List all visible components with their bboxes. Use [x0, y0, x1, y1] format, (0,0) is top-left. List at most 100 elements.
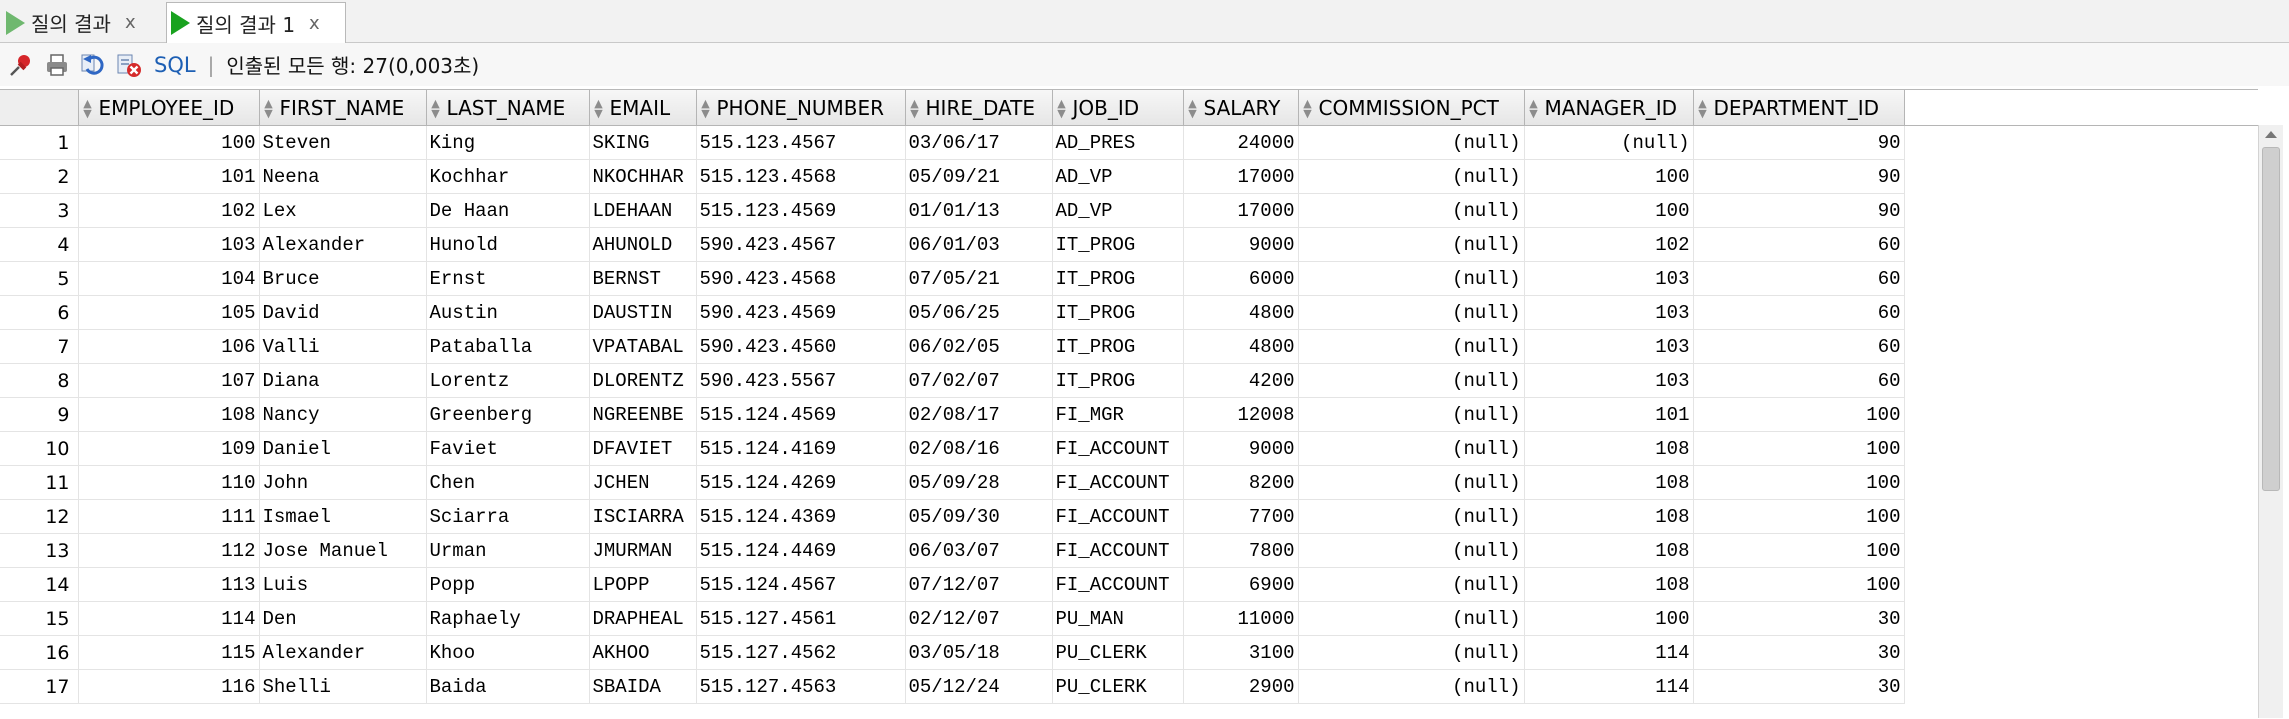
table-cell[interactable]: Hunold	[426, 227, 590, 262]
table-cell[interactable]: David	[259, 295, 427, 330]
table-cell[interactable]: 515.124.4469	[696, 533, 906, 568]
table-row[interactable]: 7 106 Valli Pataballa VPATABAL 590.423.4560 06…	[0, 329, 2258, 364]
column-header-salary[interactable]: ▲ ▼ SALARY	[1183, 90, 1299, 126]
table-cell[interactable]: 515.123.4567	[696, 125, 906, 160]
table-cell[interactable]: 6000	[1183, 261, 1299, 296]
table-cell[interactable]: VPATABAL	[589, 329, 697, 364]
table-cell[interactable]: 05/09/21	[905, 159, 1053, 194]
table-cell[interactable]: 07/02/07	[905, 363, 1053, 398]
table-row[interactable]: 13 112 Jose Manuel Urman JMURMAN 515.124.4469…	[0, 533, 2258, 568]
table-cell[interactable]: 4800	[1183, 295, 1299, 330]
table-cell[interactable]: 103	[78, 227, 260, 262]
table-cell[interactable]: PU_CLERK	[1052, 635, 1184, 670]
table-cell[interactable]: 01/01/13	[905, 193, 1053, 228]
column-header-job-id[interactable]: ▲ ▼ JOB_ID	[1052, 90, 1184, 126]
table-cell[interactable]: LDEHAAN	[589, 193, 697, 228]
table-cell[interactable]: Neena	[259, 159, 427, 194]
table-cell[interactable]: 60	[1693, 261, 1905, 296]
table-cell[interactable]: (null)	[1298, 499, 1525, 534]
table-cell[interactable]: 515.124.4369	[696, 499, 906, 534]
sort-arrows-icon[interactable]: ▲ ▼	[1055, 98, 1069, 119]
table-cell[interactable]: 108	[1524, 431, 1694, 466]
table-cell[interactable]: IT_PROG	[1052, 363, 1184, 398]
table-cell[interactable]: Austin	[426, 295, 590, 330]
table-cell[interactable]: Popp	[426, 567, 590, 602]
table-cell[interactable]: Urman	[426, 533, 590, 568]
table-cell[interactable]: 113	[78, 567, 260, 602]
table-cell[interactable]: SBAIDA	[589, 669, 697, 704]
table-cell[interactable]: 100	[1524, 193, 1694, 228]
sort-arrows-icon[interactable]: ▲ ▼	[1527, 98, 1541, 119]
sort-arrows-icon[interactable]: ▲ ▼	[699, 98, 713, 119]
table-cell[interactable]: FI_ACCOUNT	[1052, 431, 1184, 466]
table-cell[interactable]: (null)	[1298, 159, 1525, 194]
table-row[interactable]: 14 113 Luis Popp LPOPP 515.124.4567 07/12/07 FI…	[0, 567, 2258, 602]
table-row[interactable]: 16 115 Alexander Khoo AKHOO 515.127.4562 03/05…	[0, 635, 2258, 670]
table-cell[interactable]: 106	[78, 329, 260, 364]
table-cell[interactable]: JMURMAN	[589, 533, 697, 568]
table-row[interactable]: 6 105 David Austin DAUSTIN 590.423.4569 05/06/…	[0, 295, 2258, 330]
table-cell[interactable]: 02/08/17	[905, 397, 1053, 432]
sort-arrows-icon[interactable]: ▲ ▼	[592, 98, 606, 119]
table-row[interactable]: 12 111 Ismael Sciarra ISCIARRA 515.124.4369 05…	[0, 499, 2258, 534]
table-cell[interactable]: 100	[1693, 499, 1905, 534]
table-cell[interactable]: JCHEN	[589, 465, 697, 500]
clear-icon[interactable]	[114, 50, 144, 80]
table-row[interactable]: 11 110 John Chen JCHEN 515.124.4269 05/09/28 FI…	[0, 465, 2258, 500]
table-cell[interactable]: 100	[1524, 159, 1694, 194]
pin-icon[interactable]	[6, 50, 36, 80]
table-cell[interactable]: 30	[1693, 601, 1905, 636]
table-cell[interactable]: AD_PRES	[1052, 125, 1184, 160]
table-cell[interactable]: LPOPP	[589, 567, 697, 602]
table-cell[interactable]: (null)	[1298, 295, 1525, 330]
table-cell[interactable]: 590.423.4560	[696, 329, 906, 364]
table-cell[interactable]: Diana	[259, 363, 427, 398]
table-row[interactable]: 15 114 Den Raphaely DRAPHEAL 515.127.4561 02/1…	[0, 601, 2258, 636]
table-cell[interactable]: Luis	[259, 567, 427, 602]
table-cell[interactable]: 102	[1524, 227, 1694, 262]
table-cell[interactable]: FI_ACCOUNT	[1052, 465, 1184, 500]
table-cell[interactable]: (null)	[1298, 363, 1525, 398]
table-cell[interactable]: 111	[78, 499, 260, 534]
table-cell[interactable]: 03/05/18	[905, 635, 1053, 670]
table-cell[interactable]: 590.423.5567	[696, 363, 906, 398]
table-cell[interactable]: 109	[78, 431, 260, 466]
table-cell[interactable]: PU_CLERK	[1052, 669, 1184, 704]
table-cell[interactable]: Daniel	[259, 431, 427, 466]
sort-arrows-icon[interactable]: ▲ ▼	[1186, 98, 1200, 119]
table-cell[interactable]: Raphaely	[426, 601, 590, 636]
table-cell[interactable]: 11000	[1183, 601, 1299, 636]
table-cell[interactable]: 7700	[1183, 499, 1299, 534]
table-cell[interactable]: 108	[1524, 465, 1694, 500]
table-cell[interactable]: IT_PROG	[1052, 261, 1184, 296]
table-cell[interactable]: Shelli	[259, 669, 427, 704]
table-cell[interactable]: (null)	[1298, 669, 1525, 704]
table-cell[interactable]: 515.124.4269	[696, 465, 906, 500]
table-cell[interactable]: Kochhar	[426, 159, 590, 194]
table-cell[interactable]: Ernst	[426, 261, 590, 296]
sort-arrows-icon[interactable]: ▲ ▼	[908, 98, 922, 119]
table-cell[interactable]: 103	[1524, 329, 1694, 364]
table-cell[interactable]: 515.127.4562	[696, 635, 906, 670]
table-cell[interactable]: 4200	[1183, 363, 1299, 398]
table-cell[interactable]: 515.124.4567	[696, 567, 906, 602]
table-cell[interactable]: (null)	[1298, 635, 1525, 670]
table-cell[interactable]: John	[259, 465, 427, 500]
table-cell[interactable]: 114	[78, 601, 260, 636]
table-row[interactable]: 4 103 Alexander Hunold AHUNOLD 590.423.4567 06…	[0, 227, 2258, 262]
table-cell[interactable]: FI_MGR	[1052, 397, 1184, 432]
table-cell[interactable]: 114	[1524, 635, 1694, 670]
table-cell[interactable]: Steven	[259, 125, 427, 160]
table-cell[interactable]: NKOCHHAR	[589, 159, 697, 194]
table-cell[interactable]: 24000	[1183, 125, 1299, 160]
table-cell[interactable]: 03/06/17	[905, 125, 1053, 160]
table-cell[interactable]: 515.123.4569	[696, 193, 906, 228]
tab-close-icon[interactable]: x	[125, 12, 136, 33]
scrollbar-thumb[interactable]	[2262, 147, 2280, 491]
table-row[interactable]: 2 101 Neena Kochhar NKOCHHAR 515.123.4568 05/0…	[0, 159, 2258, 194]
table-row[interactable]: 10 109 Daniel Faviet DFAVIET 515.124.4169 02/0…	[0, 431, 2258, 466]
table-cell[interactable]: Greenberg	[426, 397, 590, 432]
table-cell[interactable]: 101	[78, 159, 260, 194]
vertical-scrollbar[interactable]	[2258, 125, 2283, 718]
table-cell[interactable]: Ismael	[259, 499, 427, 534]
